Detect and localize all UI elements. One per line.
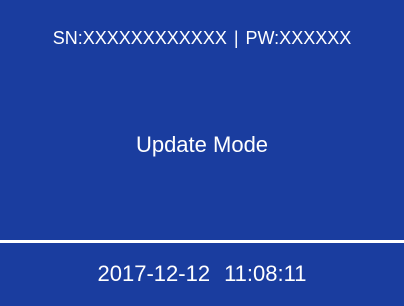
time-text: 11:08:11 bbox=[224, 261, 307, 286]
date-text: 2017-12-12 bbox=[97, 261, 211, 286]
datetime: 2017-12-12 11:08:11 bbox=[0, 260, 404, 288]
mode-label: Update Mode bbox=[135, 132, 269, 157]
serial-number: SN:XXXXXXXXXXXX bbox=[52, 28, 227, 48]
device-screen: SN:XXXXXXXXXXXX | PW:XXXXXX Update Mode 20… bbox=[0, 0, 404, 306]
header-separator: | bbox=[233, 28, 239, 48]
credentials-header: SN:XXXXXXXXXXXX | PW:XXXXXX bbox=[0, 26, 404, 50]
main-panel: SN:XXXXXXXXXXXX | PW:XXXXXX Update Mode bbox=[0, 0, 404, 240]
footer-panel: 2017-12-12 11:08:11 bbox=[0, 243, 404, 306]
password: PW:XXXXXX bbox=[245, 28, 352, 48]
